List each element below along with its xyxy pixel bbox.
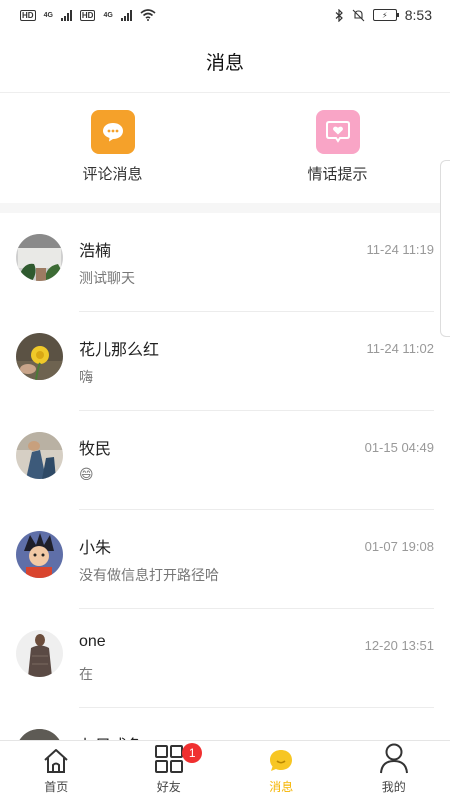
section-separator — [0, 203, 450, 213]
message-item-qizhi[interactable]: 七只成鱼 — [0, 708, 450, 741]
message-face-icon — [270, 750, 293, 771]
contact-name: 牧民 — [79, 441, 112, 458]
love-words-button[interactable]: 情话提示 — [225, 93, 450, 203]
avatar — [16, 432, 63, 479]
status-right: ⚡ 8:53 — [335, 7, 432, 23]
contact-name: 花儿那么红 — [79, 342, 160, 359]
message-preview: 没有做信息打开路径哈 — [79, 567, 219, 583]
comment-bubble-icon — [90, 110, 135, 154]
avatar — [16, 234, 63, 281]
status-left: HD 4G HD 4G — [20, 9, 156, 21]
status-bar: HD 4G HD 4G ⚡ 8:53 — [0, 0, 450, 30]
friends-badge: 1 — [182, 743, 203, 763]
wifi-icon — [140, 9, 156, 21]
tab-profile[interactable]: 我的 — [338, 741, 450, 800]
battery-icon: ⚡ — [372, 9, 399, 21]
tab-friends[interactable]: 1 好友 — [113, 741, 226, 800]
message-time: 11-24 11:19 — [366, 242, 434, 257]
message-preview: 测试聊天 — [79, 270, 135, 286]
message-item-xiaozhu[interactable]: 小朱 没有做信息打开路径哈 01-07 19:08 — [0, 510, 450, 609]
message-item-huaer[interactable]: 花儿那么红 嗨 11-24 11:02 — [0, 312, 450, 411]
page-header: 消息 — [0, 30, 450, 93]
tab-home[interactable]: 首页 — [0, 741, 113, 800]
network-type-2: 4G — [103, 11, 113, 19]
contact-name: one — [79, 633, 106, 650]
contact-name: 小朱 — [79, 540, 112, 557]
message-preview: 😄 — [79, 466, 94, 482]
tab-friends-label: 好友 — [156, 780, 181, 794]
avatar — [16, 630, 63, 677]
avatar — [16, 531, 63, 578]
message-time: 11-24 11:02 — [366, 341, 434, 356]
message-item-one[interactable]: one 在 12-20 13:51 — [0, 609, 450, 708]
mute-bell-icon — [352, 9, 365, 21]
quick-actions: 评论消息 情话提示 — [0, 93, 450, 203]
tab-messages[interactable]: 消息 — [225, 741, 338, 800]
avatar — [16, 333, 63, 380]
message-item-mumin[interactable]: 牧民 😄 01-15 04:49 — [0, 411, 450, 510]
love-words-label: 情话提示 — [307, 166, 368, 183]
contact-name: 浩楠 — [79, 243, 112, 260]
message-item-haonan[interactable]: 浩楠 测试聊天 11-24 11:19 — [0, 213, 450, 312]
tab-messages-label: 消息 — [269, 780, 294, 794]
message-time: 01-07 19:08 — [364, 539, 434, 554]
bluetooth-icon — [335, 8, 343, 22]
message-preview: 嗨 — [79, 369, 93, 385]
message-time: 12-20 13:51 — [364, 638, 434, 653]
message-time: 01-15 04:49 — [364, 440, 434, 455]
message-preview: 在 — [79, 666, 93, 682]
bottom-tab-bar: 首页 1 好友 消息 我的 — [0, 740, 450, 800]
comment-messages-button[interactable]: 评论消息 — [0, 93, 225, 203]
signal-icon — [60, 9, 72, 21]
heart-message-icon — [315, 110, 360, 154]
signal-icon-2 — [120, 9, 132, 21]
hd-indicator-2: HD — [79, 9, 96, 21]
network-type: 4G — [43, 11, 53, 19]
message-list: 浩楠 测试聊天 11-24 11:19 花儿那么红 嗨 11-24 11:02 — [0, 213, 450, 741]
status-time: 8:53 — [404, 7, 432, 23]
hd-indicator: HD — [20, 9, 36, 21]
home-icon — [44, 749, 68, 773]
comment-messages-label: 评论消息 — [82, 166, 143, 183]
grid-icon — [154, 745, 183, 773]
page-title: 消息 — [205, 52, 244, 74]
tab-home-label: 首页 — [44, 780, 69, 794]
tab-profile-label: 我的 — [381, 780, 406, 794]
person-icon — [379, 743, 408, 774]
